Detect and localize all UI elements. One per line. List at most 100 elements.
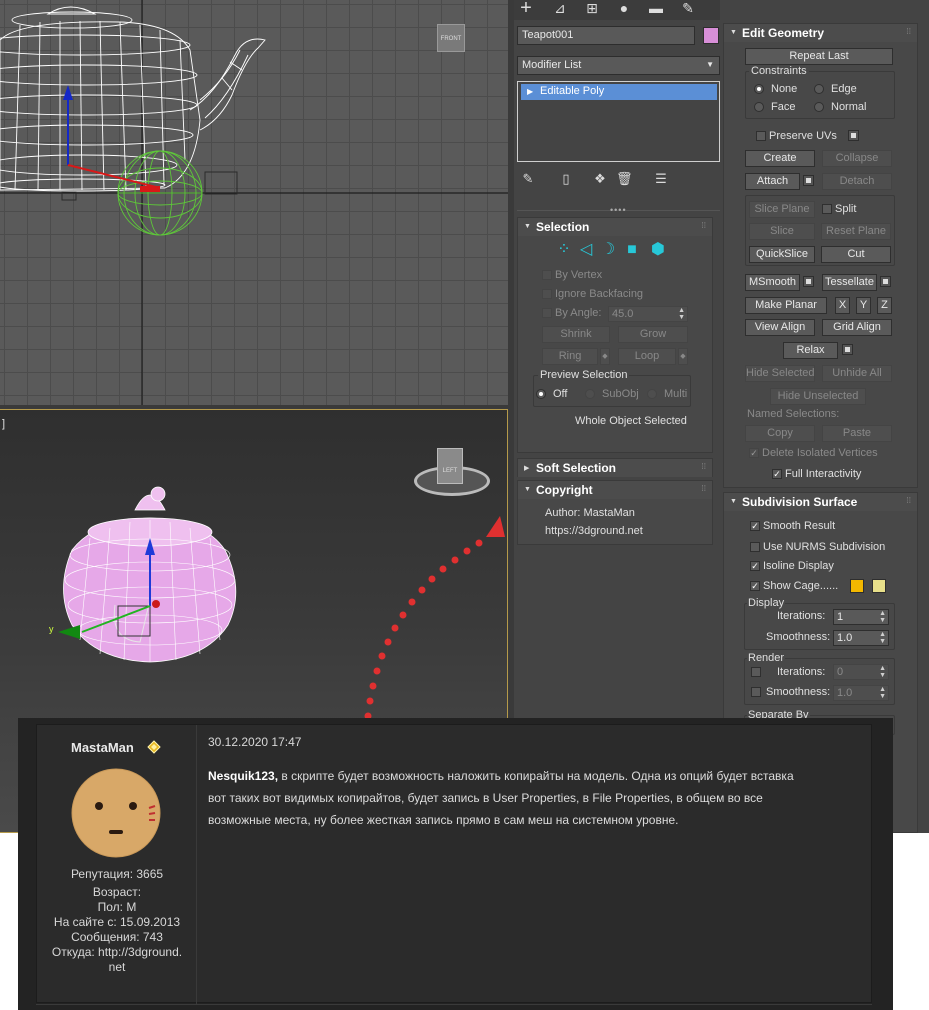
- unhide-all-button[interactable]: Unhide All: [822, 365, 892, 382]
- configure-modifier-sets-icon[interactable]: ☰: [653, 171, 669, 187]
- show-cage-checkbox[interactable]: ✓: [750, 581, 760, 591]
- selection-rollout-header[interactable]: ▼ Selection ⁞⁞: [518, 218, 712, 236]
- tessellate-settings-icon[interactable]: [880, 276, 891, 287]
- make-planar-button[interactable]: Make Planar: [745, 297, 827, 314]
- by-angle-spinner[interactable]: 45.0 ▲ ▼: [608, 306, 688, 322]
- split-checkbox[interactable]: [822, 204, 832, 214]
- cage-color-swatch-2[interactable]: [872, 579, 886, 593]
- username[interactable]: MastaMan: [71, 740, 134, 755]
- pin-stack-icon[interactable]: ✎: [520, 171, 536, 187]
- grow-button[interactable]: Grow: [618, 326, 688, 343]
- hide-unselected-button[interactable]: Hide Unselected: [770, 388, 866, 405]
- hide-selected-button[interactable]: Hide Selected: [745, 365, 815, 382]
- drag-handle-icon[interactable]: ••••: [610, 205, 627, 215]
- planar-y-button[interactable]: Y: [856, 297, 871, 314]
- isoline-display-checkbox[interactable]: ✓: [750, 561, 760, 571]
- utilities-icon[interactable]: ✎: [678, 0, 698, 18]
- edge-mode-icon[interactable]: ◁: [576, 240, 596, 260]
- display-icon[interactable]: ▬: [646, 0, 666, 18]
- ring-button[interactable]: Ring: [542, 348, 598, 365]
- preserve-uvs-checkbox[interactable]: [756, 131, 766, 141]
- hierarchy-icon[interactable]: ⊞: [582, 0, 602, 18]
- collapse-button[interactable]: Collapse: [822, 150, 892, 167]
- repeat-last-button[interactable]: Repeat Last: [745, 48, 893, 65]
- spinner-arrows-icon[interactable]: ▲ ▼: [879, 686, 886, 700]
- planar-z-button[interactable]: Z: [877, 297, 892, 314]
- grid-align-button[interactable]: Grid Align: [822, 319, 892, 336]
- preview-subobj-radio[interactable]: [585, 389, 595, 399]
- detach-button[interactable]: Detach: [822, 173, 892, 190]
- constraint-normal-radio[interactable]: [814, 102, 824, 112]
- smooth-result-checkbox[interactable]: ✓: [750, 521, 760, 531]
- remove-modifier-icon[interactable]: 🗑: [616, 171, 633, 187]
- view-align-button[interactable]: View Align: [745, 319, 815, 336]
- slice-plane-button[interactable]: Slice Plane: [749, 201, 815, 218]
- full-interactivity-checkbox[interactable]: ✓: [772, 469, 782, 479]
- spinner-arrows-icon[interactable]: ▲ ▼: [879, 665, 886, 679]
- constraint-edge-radio[interactable]: [814, 84, 824, 94]
- make-unique-icon[interactable]: ❖: [592, 171, 608, 187]
- attach-button[interactable]: Attach: [745, 173, 800, 190]
- msmooth-settings-icon[interactable]: [803, 276, 814, 287]
- msmooth-button[interactable]: MSmooth: [745, 274, 800, 291]
- subdivision-surface-rollout-header[interactable]: ▼ Subdivision Surface ⁞⁞: [724, 493, 917, 511]
- render-smoothness-checkbox[interactable]: [751, 687, 761, 697]
- slice-button[interactable]: Slice: [749, 223, 815, 240]
- copy-button[interactable]: Copy: [745, 425, 815, 442]
- ignore-backfacing-checkbox[interactable]: [542, 289, 552, 299]
- cage-color-swatch-1[interactable]: [850, 579, 864, 593]
- paste-button[interactable]: Paste: [822, 425, 892, 442]
- quickslice-button[interactable]: QuickSlice: [749, 246, 815, 263]
- use-nurms-checkbox[interactable]: [750, 542, 760, 552]
- render-iterations-checkbox[interactable]: [751, 667, 761, 677]
- preview-multi-radio[interactable]: [647, 389, 657, 399]
- create-button[interactable]: Create: [745, 150, 815, 167]
- spinner-arrows-icon[interactable]: ▲ ▼: [678, 307, 685, 321]
- create-icon[interactable]: +: [516, 0, 536, 18]
- expand-triangle-icon[interactable]: ▶: [527, 87, 533, 96]
- viewport-top[interactable]: FRONT: [0, 0, 512, 405]
- tessellate-button[interactable]: Tessellate: [822, 274, 877, 291]
- planar-x-button[interactable]: X: [835, 297, 850, 314]
- attach-settings-icon[interactable]: [803, 175, 814, 186]
- show-end-result-icon[interactable]: ▯: [558, 171, 574, 187]
- object-name-field[interactable]: Teapot001: [517, 26, 695, 45]
- relax-settings-icon[interactable]: [842, 344, 853, 355]
- render-smoothness-spinner[interactable]: 1.0 ▲ ▼: [833, 685, 889, 701]
- relax-button[interactable]: Relax: [783, 342, 838, 359]
- constraint-face-radio[interactable]: [754, 102, 764, 112]
- polygon-mode-icon[interactable]: ■: [622, 240, 642, 260]
- edit-geometry-rollout-header[interactable]: ▼ Edit Geometry ⁞⁞: [724, 24, 917, 42]
- by-angle-checkbox[interactable]: [542, 308, 552, 318]
- delete-isolated-checkbox[interactable]: ✓: [749, 448, 759, 458]
- by-vertex-checkbox[interactable]: [542, 270, 552, 280]
- stack-item-editable-poly[interactable]: ▶ Editable Poly: [521, 84, 717, 100]
- display-smoothness-spinner[interactable]: 1.0 ▲ ▼: [833, 630, 889, 646]
- loop-button[interactable]: Loop: [618, 348, 676, 365]
- cut-button[interactable]: Cut: [821, 246, 891, 263]
- post-addressee[interactable]: Nesquik123,: [208, 769, 278, 783]
- ring-spinner-icon[interactable]: ◆: [600, 348, 610, 365]
- preview-off-radio[interactable]: [536, 389, 546, 399]
- reset-plane-button[interactable]: Reset Plane: [821, 223, 891, 240]
- object-color-swatch[interactable]: [703, 27, 719, 44]
- spinner-arrows-icon[interactable]: ▲ ▼: [879, 610, 886, 624]
- render-iterations-spinner[interactable]: 0 ▲ ▼: [833, 664, 889, 680]
- vertex-mode-icon[interactable]: ⁘: [554, 240, 574, 260]
- spinner-arrows-icon[interactable]: ▲ ▼: [879, 631, 886, 645]
- preserve-uvs-settings-icon[interactable]: [848, 130, 859, 141]
- modify-icon[interactable]: ⊿: [550, 0, 570, 18]
- motion-icon[interactable]: ●: [614, 0, 634, 18]
- border-mode-icon[interactable]: ☽: [598, 240, 618, 260]
- shrink-button[interactable]: Shrink: [542, 326, 610, 343]
- soft-selection-rollout-header[interactable]: ▶ Soft Selection ⁞⁞: [518, 459, 712, 477]
- element-mode-icon[interactable]: ⬢: [648, 240, 668, 260]
- constraint-none-radio[interactable]: [754, 84, 764, 94]
- modifier-stack[interactable]: ▶ Editable Poly: [517, 81, 720, 162]
- display-iterations-spinner[interactable]: 1 ▲ ▼: [833, 609, 889, 625]
- viewcube-face[interactable]: LEFT: [437, 448, 463, 484]
- copyright-rollout-header[interactable]: ▼ Copyright ⁞⁞: [518, 481, 712, 499]
- viewcube-top[interactable]: FRONT: [437, 24, 465, 52]
- loop-spinner-icon[interactable]: ◆: [678, 348, 688, 365]
- modifier-list-dropdown[interactable]: Modifier List ▼: [517, 56, 720, 75]
